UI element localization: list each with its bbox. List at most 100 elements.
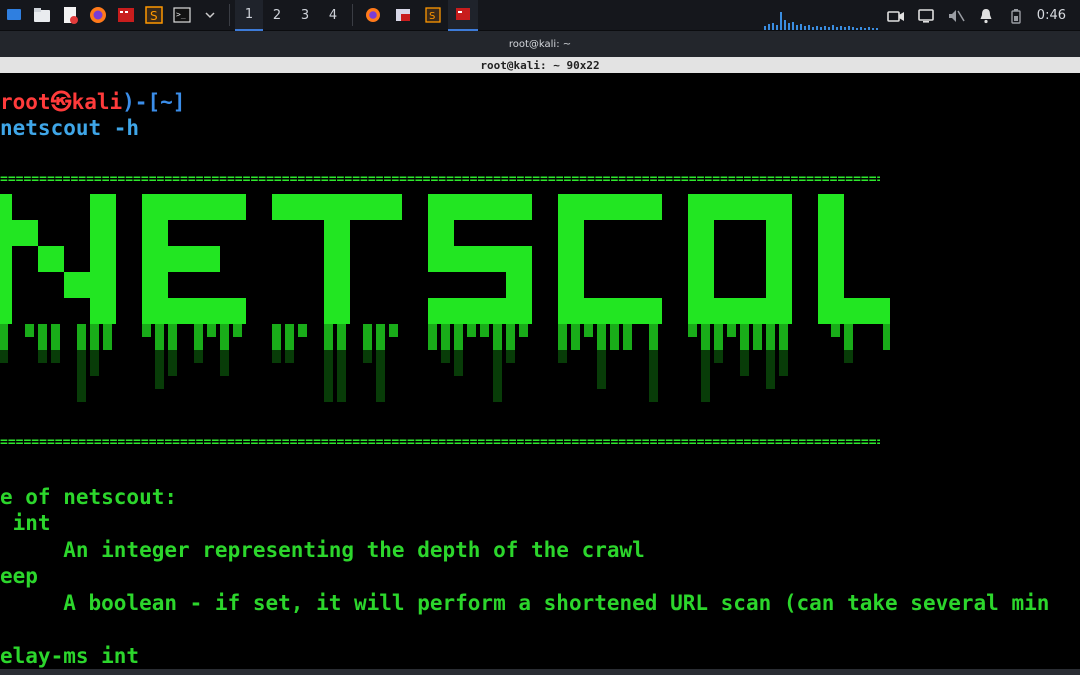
banner-pixel xyxy=(233,298,246,311)
terminal-window-button[interactable] xyxy=(448,0,478,31)
firefox-icon[interactable] xyxy=(87,4,109,26)
banner-drip xyxy=(0,337,8,350)
banner-drip xyxy=(779,324,788,337)
banner-pixel xyxy=(168,207,181,220)
banner-pixel xyxy=(649,311,662,324)
banner-pixel xyxy=(103,207,116,220)
banner-pixel xyxy=(142,246,155,259)
banner-pixel xyxy=(779,285,792,298)
banner-drip xyxy=(493,389,502,402)
banner-pixel xyxy=(727,298,740,311)
window-titlebar[interactable]: root@kali: ~ xyxy=(0,31,1080,57)
banner-pixel xyxy=(220,194,233,207)
banner-drip xyxy=(506,337,515,350)
banner-drip xyxy=(779,350,788,363)
banner-pixel xyxy=(571,298,584,311)
banner-pixel xyxy=(194,194,207,207)
banner-drip xyxy=(272,324,281,337)
show-desktop-icon[interactable] xyxy=(3,4,25,26)
banner-pixel xyxy=(701,207,714,220)
banner-pixel xyxy=(493,246,506,259)
prompt-user: root xyxy=(0,90,51,114)
banner-pixel xyxy=(766,233,779,246)
banner-drip xyxy=(844,337,853,350)
terminal-title-bar: root@kali: ~ 90x22 xyxy=(0,57,1080,73)
banner-pixel xyxy=(103,246,116,259)
chevron-down-icon[interactable] xyxy=(199,4,221,26)
usage-line-7: elay-ms int xyxy=(0,644,140,668)
banner-pixel xyxy=(324,220,337,233)
workspace-4[interactable]: 4 xyxy=(319,0,347,31)
banner-pixel xyxy=(701,246,714,259)
banner-pixel xyxy=(480,194,493,207)
banner-drip xyxy=(883,337,890,350)
banner-pixel xyxy=(90,311,103,324)
banner-drip xyxy=(51,324,60,337)
banner-pixel xyxy=(844,298,857,311)
terminal-icon[interactable]: >_ xyxy=(171,4,193,26)
text-editor-icon[interactable] xyxy=(59,4,81,26)
banner-pixel xyxy=(181,194,194,207)
banner-drip xyxy=(155,376,164,389)
banner-pixel xyxy=(51,246,64,259)
banner-pixel xyxy=(701,285,714,298)
banner-pixel xyxy=(779,233,792,246)
banner-pixel xyxy=(220,298,233,311)
metasploit-icon[interactable] xyxy=(115,4,137,26)
banner-pixel xyxy=(766,311,779,324)
banner-drip xyxy=(779,337,788,350)
notifications-bell-icon[interactable] xyxy=(971,0,1001,31)
banner-pixel xyxy=(90,298,103,311)
banner-pixel xyxy=(168,298,181,311)
banner-drip xyxy=(376,350,385,363)
workspace-1[interactable]: 1 xyxy=(235,0,263,31)
banner-drip xyxy=(77,376,86,389)
banner-pixel xyxy=(90,220,103,233)
banner-drip xyxy=(194,350,203,363)
volume-muted-icon[interactable] xyxy=(941,0,971,31)
banner-pixel xyxy=(870,298,883,311)
banner-pixel xyxy=(584,207,597,220)
banner-pixel xyxy=(467,298,480,311)
banner-pixel xyxy=(441,220,454,233)
banner-drip xyxy=(194,324,203,337)
workspace-2[interactable]: 2 xyxy=(263,0,291,31)
firefox-window-button[interactable] xyxy=(358,0,388,31)
banner-pixel xyxy=(766,194,779,207)
banner-drip xyxy=(480,324,489,337)
banner-pixel xyxy=(337,207,350,220)
banner-pixel xyxy=(103,233,116,246)
banner-pixel xyxy=(142,259,155,272)
banner-pixel xyxy=(506,285,519,298)
banner-drip xyxy=(90,324,99,337)
banner-pixel xyxy=(428,220,441,233)
banner-pixel xyxy=(103,259,116,272)
banner-pixel xyxy=(506,272,519,285)
banner-pixel xyxy=(571,259,584,272)
banner-drip xyxy=(220,363,229,376)
banner-drip xyxy=(558,337,567,350)
banner-pixel xyxy=(779,311,792,324)
metasploit-window-button[interactable] xyxy=(388,0,418,31)
file-manager-icon[interactable] xyxy=(31,4,53,26)
camera-icon[interactable] xyxy=(881,0,911,31)
workspace-3[interactable]: 3 xyxy=(291,0,319,31)
battery-icon[interactable] xyxy=(1001,0,1031,31)
banner-pixel xyxy=(506,259,519,272)
banner-pixel xyxy=(142,311,155,324)
terminal-output[interactable]: root㉿kali)-[~] netscout -h =============… xyxy=(0,73,1080,675)
banner-drip xyxy=(441,337,450,350)
banner-pixel xyxy=(493,298,506,311)
banner-pixel xyxy=(506,311,519,324)
sublime-icon[interactable]: S xyxy=(143,4,165,26)
banner-drip xyxy=(844,324,853,337)
banner-pixel xyxy=(740,298,753,311)
banner-pixel xyxy=(493,311,506,324)
clock[interactable]: 0:46 xyxy=(1031,8,1080,23)
banner-pixel xyxy=(766,220,779,233)
display-icon[interactable] xyxy=(911,0,941,31)
sublime-window-button[interactable]: S xyxy=(418,0,448,31)
banner-pixel xyxy=(571,207,584,220)
banner-pixel xyxy=(441,298,454,311)
banner-pixel xyxy=(324,298,337,311)
